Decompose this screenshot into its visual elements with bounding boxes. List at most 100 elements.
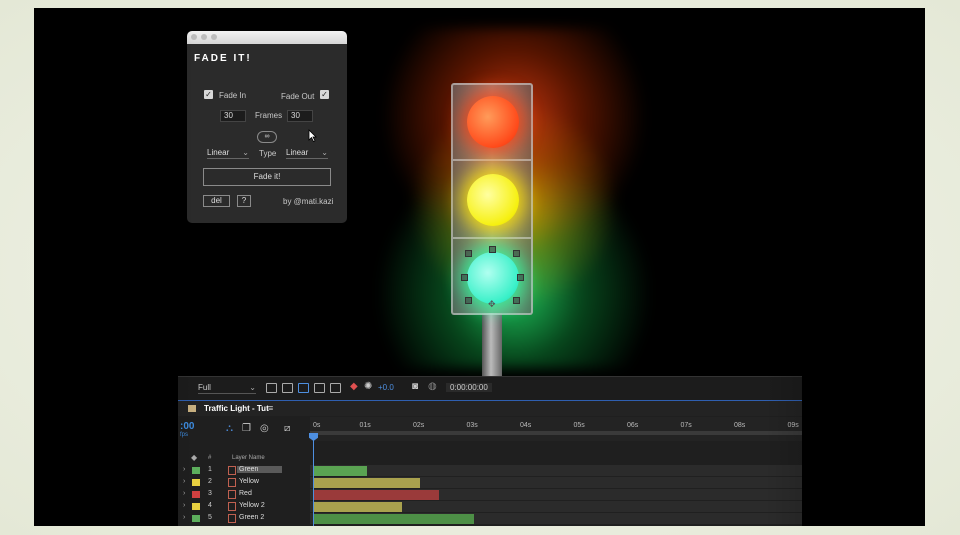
expand-chevron-icon[interactable]: › <box>183 490 185 497</box>
layer-track[interactable] <box>310 501 802 513</box>
transform-handle[interactable] <box>513 250 520 257</box>
draft-3d-icon[interactable]: ❐ <box>242 423 251 434</box>
transform-handle[interactable] <box>489 246 496 253</box>
layer-label-swatch[interactable] <box>192 491 200 498</box>
guides-icon[interactable] <box>330 383 341 393</box>
transparency-grid-icon[interactable] <box>282 383 293 393</box>
anchor-point-icon[interactable]: ✥ <box>488 299 496 310</box>
transform-handle[interactable] <box>461 274 468 281</box>
close-icon[interactable] <box>191 34 197 40</box>
tab-traffic-light-tut[interactable]: Traffic Light - Tut <box>204 404 269 413</box>
layer-number: 2 <box>208 478 212 485</box>
expand-chevron-icon[interactable]: › <box>183 466 185 473</box>
mask-path-icon[interactable] <box>298 383 309 393</box>
snapshot-region-icon[interactable] <box>266 383 277 393</box>
current-frame-display: fps <box>180 432 189 438</box>
layer-name[interactable]: Green <box>237 466 283 473</box>
layer-name[interactable]: Yellow 2 <box>239 502 265 509</box>
layer-duration-bar[interactable] <box>313 514 474 524</box>
fade-out-checkbox[interactable]: ✓ <box>320 90 329 99</box>
type-in-select[interactable]: Linear ⌄ <box>207 148 249 159</box>
fade-in-label: Fade In <box>219 91 247 100</box>
timeline-tab-bar: Traffic Light - Tut ≡ <box>178 401 802 416</box>
red-light-section <box>453 85 531 161</box>
time-ruler[interactable] <box>310 417 802 441</box>
expand-chevron-icon[interactable]: › <box>183 478 185 485</box>
show-snapshot-icon[interactable]: ◍ <box>428 381 437 392</box>
fade-in-checkbox[interactable]: ✓ <box>204 90 213 99</box>
link-icon: ∞ <box>264 133 270 140</box>
layer-row[interactable]: › 2 Yellow <box>178 477 802 489</box>
region-of-interest-icon[interactable] <box>314 383 325 393</box>
viewer-timecode[interactable]: 0:00:00:00 <box>446 383 492 392</box>
layer-duration-bar[interactable] <box>313 478 420 488</box>
shape-layer-icon <box>228 478 236 487</box>
delete-button[interactable]: del <box>203 195 230 207</box>
color-channels-icon[interactable]: ◆ <box>350 381 358 392</box>
type-out-select[interactable]: Linear ⌄ <box>286 148 328 159</box>
layer-row[interactable]: › 5 Green 2 <box>178 513 802 525</box>
transform-handle[interactable] <box>513 297 520 304</box>
layer-duration-bar[interactable] <box>313 490 439 500</box>
layer-name-column-header[interactable]: Layer Name <box>232 455 265 461</box>
video-frame: ✥ FADE IT! ✓ Fade In Fade Out ✓ 30 Frame… <box>34 8 925 526</box>
work-area-bar[interactable] <box>310 431 802 435</box>
link-button[interactable]: ∞ <box>257 131 277 143</box>
type-out-value: Linear <box>286 148 309 157</box>
resolution-select[interactable]: Full ⌄ <box>198 383 256 394</box>
layer-number: 4 <box>208 502 212 509</box>
transform-handle[interactable] <box>517 274 524 281</box>
layer-duration-bar[interactable] <box>313 502 403 512</box>
red-light <box>467 96 519 148</box>
expand-chevron-icon[interactable]: › <box>183 514 185 521</box>
playhead-line[interactable] <box>313 437 314 526</box>
timeline-panel: Traffic Light - Tut ≡ :00 fps ⛬ ❐ ◎ ⧄ 0s… <box>178 400 802 526</box>
green-light-section: ✥ <box>453 241 531 317</box>
transform-handle[interactable] <box>465 250 472 257</box>
minimize-icon[interactable] <box>201 34 207 40</box>
fade-it-button[interactable]: Fade it! <box>203 168 331 186</box>
layer-name[interactable]: Red <box>239 490 252 497</box>
layer-row[interactable]: › 4 Yellow 2 <box>178 501 802 513</box>
time-tick-label: 0s <box>313 422 321 429</box>
panel-titlebar[interactable] <box>187 31 347 44</box>
layer-name[interactable]: Green 2 <box>239 514 264 521</box>
resolution-value: Full <box>198 383 211 392</box>
layer-label-swatch[interactable] <box>192 479 200 486</box>
motion-blur-icon[interactable]: ◎ <box>260 423 269 434</box>
maximize-icon[interactable] <box>211 34 217 40</box>
layer-track[interactable] <box>310 513 802 525</box>
time-tick-label: 07s <box>680 422 692 429</box>
number-column-header: # <box>208 455 212 461</box>
expand-chevron-icon[interactable]: › <box>183 502 185 509</box>
layer-name[interactable]: Yellow <box>239 478 259 485</box>
current-time-display[interactable]: :00 <box>180 421 194 432</box>
frames-in-input[interactable]: 30 <box>220 110 246 122</box>
frames-out-input[interactable]: 30 <box>287 110 313 122</box>
layer-track[interactable] <box>310 465 802 477</box>
exposure-value[interactable]: +0.0 <box>378 383 394 392</box>
mouse-cursor-icon <box>308 129 317 147</box>
time-tick-label: 05s <box>573 422 585 429</box>
hamburger-menu-icon[interactable]: ≡ <box>268 403 273 413</box>
layer-label-swatch[interactable] <box>192 515 200 522</box>
layer-duration-bar[interactable] <box>313 466 367 476</box>
comp-mini-flowchart-icon[interactable]: ⛬ <box>226 423 233 434</box>
frames-label: Frames <box>255 111 283 120</box>
layer-row[interactable]: › 1 Green <box>178 465 802 477</box>
camera-icon[interactable]: ◙ <box>412 381 418 392</box>
chevron-down-icon: ⌄ <box>249 383 256 392</box>
exposure-icon[interactable]: ✺ <box>364 381 372 392</box>
layer-label-swatch[interactable] <box>192 503 200 510</box>
layer-track[interactable] <box>310 477 802 489</box>
transform-handle[interactable] <box>465 297 472 304</box>
panel-title: FADE IT! <box>194 53 252 64</box>
layer-row[interactable]: › 3 Red <box>178 489 802 501</box>
chevron-down-icon: ⌄ <box>321 148 328 157</box>
help-button[interactable]: ? <box>237 195 251 207</box>
layer-label-swatch[interactable] <box>192 467 200 474</box>
layer-track[interactable] <box>310 489 802 501</box>
comp-color-swatch <box>188 405 196 412</box>
type-in-value: Linear <box>207 148 230 157</box>
graph-editor-icon[interactable]: ⧄ <box>284 423 290 434</box>
